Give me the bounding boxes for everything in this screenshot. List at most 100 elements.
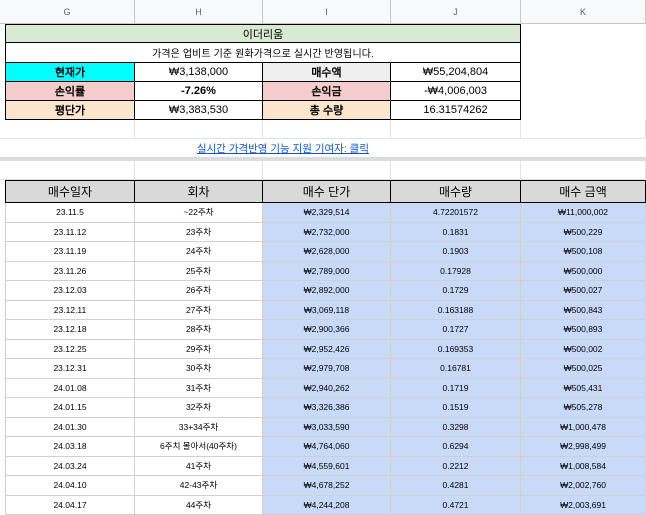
buy-date-cell[interactable]: 24.04.10 — [5, 476, 135, 496]
amount-cell[interactable]: ₩500,027 — [521, 281, 646, 301]
quantity-cell[interactable]: 0.1719 — [391, 379, 521, 399]
quantity-cell[interactable]: 0.1519 — [391, 398, 521, 418]
amount-cell[interactable]: ₩1,008,584 — [521, 457, 646, 477]
unit-price-cell[interactable]: ₩2,952,426 — [263, 340, 391, 360]
buy-total-label[interactable]: 매수액 — [263, 63, 391, 82]
blank-cell[interactable] — [135, 120, 263, 139]
amount-cell[interactable]: ₩1,000,478 — [521, 418, 646, 438]
blank-cell[interactable] — [263, 120, 391, 139]
unit-price-cell[interactable]: ₩4,244,208 — [263, 496, 391, 515]
round-cell[interactable]: 26주차 — [135, 281, 263, 301]
round-cell[interactable]: 29주차 — [135, 340, 263, 360]
blank-cell[interactable] — [521, 120, 646, 139]
header-amount[interactable]: 매수 금액 — [521, 180, 646, 203]
unit-price-cell[interactable]: ₩2,940,262 — [263, 379, 391, 399]
amount-cell[interactable]: ₩505,278 — [521, 398, 646, 418]
column-header-j[interactable]: J — [391, 0, 521, 24]
round-cell[interactable]: ~22주차 — [135, 203, 263, 223]
amount-cell[interactable]: ₩505,431 — [521, 379, 646, 399]
buy-date-cell[interactable]: 23.12.25 — [5, 340, 135, 360]
round-cell[interactable]: 30주차 — [135, 359, 263, 379]
summary-title[interactable]: 이더리움 — [5, 24, 521, 43]
avg-price-label[interactable]: 평단가 — [5, 101, 135, 120]
column-header-k[interactable]: K — [521, 0, 646, 24]
summary-note[interactable]: 가격은 업비트 기준 원화가격으로 실시간 반영됩니다. — [5, 43, 521, 63]
amount-cell[interactable]: ₩500,108 — [521, 242, 646, 262]
amount-cell[interactable]: ₩500,893 — [521, 320, 646, 340]
unit-price-cell[interactable]: ₩2,628,000 — [263, 242, 391, 262]
profit-label[interactable]: 손익금 — [263, 82, 391, 101]
round-cell[interactable]: 33+34주차 — [135, 418, 263, 438]
blank-cell[interactable] — [391, 120, 521, 139]
amount-cell[interactable]: ₩2,002,760 — [521, 476, 646, 496]
amount-cell[interactable]: ₩500,229 — [521, 223, 646, 243]
quantity-cell[interactable]: 0.163188 — [391, 301, 521, 321]
quantity-cell[interactable]: 0.169353 — [391, 340, 521, 360]
round-cell[interactable]: 32주차 — [135, 398, 263, 418]
current-price-label[interactable]: 현재가 — [5, 63, 135, 82]
blank-cell[interactable] — [521, 161, 646, 180]
amount-cell[interactable]: ₩500,025 — [521, 359, 646, 379]
amount-cell[interactable]: ₩11,000,002 — [521, 203, 646, 223]
round-cell[interactable]: 23주차 — [135, 223, 263, 243]
unit-price-cell[interactable]: ₩4,559,601 — [263, 457, 391, 477]
blank-cell[interactable] — [135, 161, 263, 180]
unit-price-cell[interactable]: ₩3,033,590 — [263, 418, 391, 438]
quantity-cell[interactable]: 0.2212 — [391, 457, 521, 477]
unit-price-cell[interactable]: ₩2,732,000 — [263, 223, 391, 243]
buy-date-cell[interactable]: 23.11.12 — [5, 223, 135, 243]
total-qty-label[interactable]: 총 수량 — [263, 101, 391, 120]
amount-cell[interactable]: ₩500,843 — [521, 301, 646, 321]
column-header-h[interactable]: H — [135, 0, 263, 24]
contributor-link[interactable]: 실시간 가격반영 기능 지원 기여자: 클릭 — [135, 139, 391, 158]
quantity-cell[interactable]: 0.1729 — [391, 281, 521, 301]
round-cell[interactable]: 6주치 몰아서(40주차) — [135, 437, 263, 457]
round-cell[interactable]: 27주차 — [135, 301, 263, 321]
round-cell[interactable]: 44주차 — [135, 496, 263, 515]
unit-price-cell[interactable]: ₩2,789,000 — [263, 262, 391, 282]
unit-price-cell[interactable]: ₩2,329,514 — [263, 203, 391, 223]
amount-cell[interactable]: ₩500,000 — [521, 262, 646, 282]
return-rate-label[interactable]: 손익률 — [5, 82, 135, 101]
quantity-cell[interactable]: 0.4721 — [391, 496, 521, 515]
profit-value[interactable]: -₩4,006,003 — [391, 82, 521, 101]
buy-date-cell[interactable]: 24.01.30 — [5, 418, 135, 438]
quantity-cell[interactable]: 0.16781 — [391, 359, 521, 379]
quantity-cell[interactable]: 0.4281 — [391, 476, 521, 496]
buy-date-cell[interactable]: 24.01.15 — [5, 398, 135, 418]
quantity-cell[interactable]: 0.1831 — [391, 223, 521, 243]
buy-date-cell[interactable]: 23.12.11 — [5, 301, 135, 321]
amount-cell[interactable]: ₩2,998,499 — [521, 437, 646, 457]
blank-cell[interactable] — [0, 161, 135, 180]
current-price-value[interactable]: ₩3,138,000 — [135, 63, 263, 82]
blank-cell[interactable] — [391, 161, 521, 180]
quantity-cell[interactable]: 0.1727 — [391, 320, 521, 340]
buy-date-cell[interactable]: 23.12.18 — [5, 320, 135, 340]
return-rate-value[interactable]: -7.26% — [135, 82, 263, 101]
header-round[interactable]: 회차 — [135, 180, 263, 203]
avg-price-value[interactable]: ₩3,383,530 — [135, 101, 263, 120]
round-cell[interactable]: 25주차 — [135, 262, 263, 282]
unit-price-cell[interactable]: ₩4,678,252 — [263, 476, 391, 496]
unit-price-cell[interactable]: ₩3,326,386 — [263, 398, 391, 418]
quantity-cell[interactable]: 0.1903 — [391, 242, 521, 262]
blank-cell[interactable] — [0, 120, 135, 139]
unit-price-cell[interactable]: ₩2,900,366 — [263, 320, 391, 340]
quantity-cell[interactable]: 0.3298 — [391, 418, 521, 438]
buy-date-cell[interactable]: 24.03.24 — [5, 457, 135, 477]
unit-price-cell[interactable]: ₩2,892,000 — [263, 281, 391, 301]
buy-date-cell[interactable]: 23.11.5 — [5, 203, 135, 223]
round-cell[interactable]: 41주차 — [135, 457, 263, 477]
amount-cell[interactable]: ₩2,003,691 — [521, 496, 646, 515]
buy-date-cell[interactable]: 23.11.26 — [5, 262, 135, 282]
quantity-cell[interactable]: 4.72201572 — [391, 203, 521, 223]
round-cell[interactable]: 31주차 — [135, 379, 263, 399]
buy-total-value[interactable]: ₩55,204,804 — [391, 63, 521, 82]
buy-date-cell[interactable]: 24.01.08 — [5, 379, 135, 399]
total-qty-value[interactable]: 16.31574262 — [391, 101, 521, 120]
unit-price-cell[interactable]: ₩2,979,708 — [263, 359, 391, 379]
header-buy-date[interactable]: 매수일자 — [5, 180, 135, 203]
quantity-cell[interactable]: 0.6294 — [391, 437, 521, 457]
blank-cell[interactable] — [263, 161, 391, 180]
buy-date-cell[interactable]: 24.04.17 — [5, 496, 135, 515]
